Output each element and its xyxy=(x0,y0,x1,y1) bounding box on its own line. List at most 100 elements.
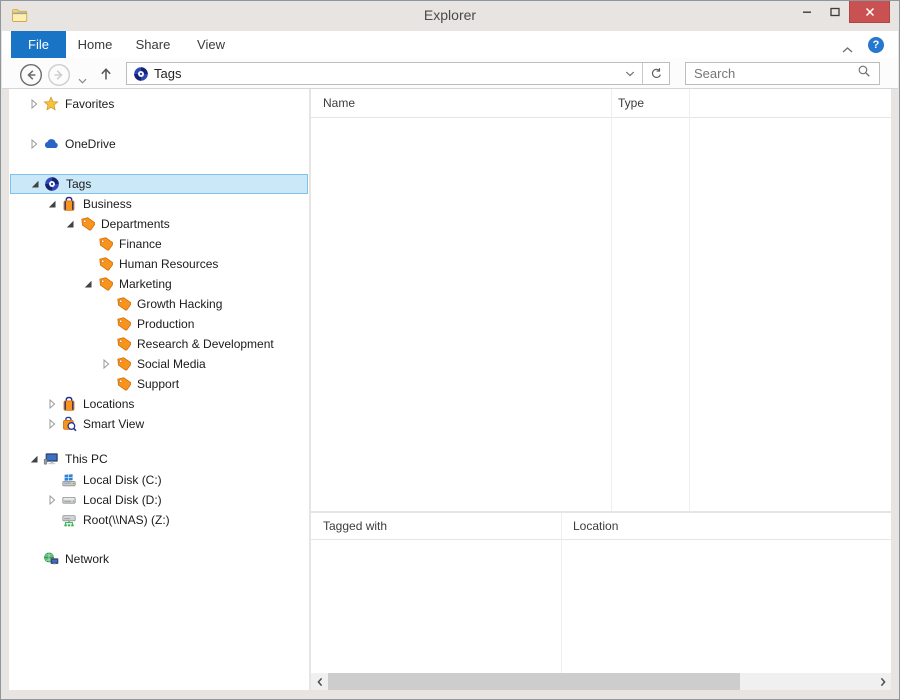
column-header-type[interactable]: Type xyxy=(618,89,644,117)
tab-home[interactable]: Home xyxy=(66,31,124,58)
cloud-icon xyxy=(43,136,59,152)
tree-item-label: Marketing xyxy=(119,277,172,291)
window-title: Explorer xyxy=(423,7,477,23)
tags-logo-icon xyxy=(133,66,149,82)
scroll-right-icon[interactable] xyxy=(874,673,891,690)
tree-item-label: Local Disk (C:) xyxy=(83,473,162,487)
navigation-tree-panel: Favorites OneDrive Tags Business Departments… xyxy=(9,89,309,690)
tree-item-label: Social Media xyxy=(137,357,206,371)
expand-arrow-icon[interactable] xyxy=(46,494,58,506)
tree-item-smart-view[interactable]: Smart View xyxy=(10,414,308,434)
tag-icon xyxy=(97,236,114,252)
help-icon[interactable]: ? xyxy=(868,36,884,53)
expand-arrow-icon[interactable] xyxy=(28,98,40,110)
collapse-arrow-icon[interactable] xyxy=(64,218,76,230)
refresh-button[interactable] xyxy=(642,63,669,84)
tree-item-finance[interactable]: Finance xyxy=(10,234,308,254)
expand-arrow-icon[interactable] xyxy=(46,398,58,410)
search-input[interactable]: Search xyxy=(685,62,880,85)
search-placeholder: Search xyxy=(694,66,736,81)
close-button[interactable] xyxy=(849,1,890,23)
scroll-left-icon[interactable] xyxy=(311,673,328,690)
tree-item-production[interactable]: Production xyxy=(10,314,308,334)
tab-share[interactable]: Share xyxy=(124,31,182,58)
column-header-location[interactable]: Location xyxy=(573,513,618,539)
recent-locations-chevron-icon[interactable] xyxy=(78,71,87,84)
tree-item-social-media[interactable]: Social Media xyxy=(10,354,308,374)
tag-icon xyxy=(97,256,114,272)
tree-item-root-nas-z[interactable]: Root(\\NAS) (Z:) xyxy=(10,510,308,530)
collapse-arrow-icon[interactable] xyxy=(82,278,94,290)
expand-arrow-icon[interactable] xyxy=(100,358,112,370)
disk-win-icon xyxy=(61,472,77,488)
scrollbar-thumb[interactable] xyxy=(328,673,740,690)
tag-icon xyxy=(115,316,132,332)
tree-item-human-resources[interactable]: Human Resources xyxy=(10,254,308,274)
expand-arrow-icon[interactable] xyxy=(46,418,58,430)
tag-icon xyxy=(115,336,132,352)
column-gridline xyxy=(689,89,690,511)
minimize-button[interactable] xyxy=(793,1,821,23)
column-gridline xyxy=(611,89,612,511)
tag-icon xyxy=(115,296,132,312)
column-header-name[interactable]: Name xyxy=(323,89,355,117)
tree-item-label: Favorites xyxy=(65,97,115,111)
bag-icon xyxy=(61,396,77,412)
column-header-tagged-with[interactable]: Tagged with xyxy=(323,513,387,539)
tags-logo-icon xyxy=(44,176,60,192)
tree-item-departments[interactable]: Departments xyxy=(10,214,308,234)
tree-item-local-disk-c[interactable]: Local Disk (C:) xyxy=(10,470,308,490)
tree-item-locations[interactable]: Locations xyxy=(10,394,308,414)
tree-item-local-disk-d[interactable]: Local Disk (D:) xyxy=(10,490,308,510)
tree-item-label: Locations xyxy=(83,397,135,411)
tree-item-business[interactable]: Business xyxy=(10,194,308,214)
tree-item-tags[interactable]: Tags xyxy=(10,174,308,194)
tab-view[interactable]: View xyxy=(182,31,240,58)
titlebar[interactable]: Explorer xyxy=(1,1,899,31)
expand-arrow-icon[interactable] xyxy=(28,138,40,150)
collapse-arrow-icon[interactable] xyxy=(28,453,40,465)
tree-item-label: Root(\\NAS) (Z:) xyxy=(83,513,170,527)
back-button[interactable] xyxy=(19,63,43,87)
tree-item-onedrive[interactable]: OneDrive xyxy=(10,134,308,154)
tag-icon xyxy=(115,356,132,372)
horizontal-scrollbar[interactable] xyxy=(311,673,891,690)
star-icon xyxy=(43,96,59,112)
tree-item-growth-hacking[interactable]: Growth Hacking xyxy=(10,294,308,314)
tree-item-network[interactable]: Network xyxy=(10,549,308,569)
ribbon-tab-row: File Home Share View ? xyxy=(2,31,898,59)
search-icon xyxy=(857,64,879,83)
computer-icon xyxy=(43,451,59,467)
tree-item-support[interactable]: Support xyxy=(10,374,308,394)
tree-item-this-pc[interactable]: This PC xyxy=(10,449,308,469)
tree-item-marketing[interactable]: Marketing xyxy=(10,274,308,294)
tree-item-label: OneDrive xyxy=(65,137,116,151)
tree-item-label: Local Disk (D:) xyxy=(83,493,162,507)
forward-button[interactable] xyxy=(47,63,71,87)
tree-item-label: Departments xyxy=(101,217,170,231)
address-dropdown-button[interactable] xyxy=(618,63,642,84)
address-bar[interactable]: Tags xyxy=(126,62,670,85)
collapse-ribbon-icon[interactable] xyxy=(841,41,854,52)
up-button[interactable] xyxy=(98,66,114,82)
tag-details-panel: Tagged with Location xyxy=(311,513,891,690)
tab-file[interactable]: File xyxy=(11,31,66,58)
column-gridline xyxy=(561,513,562,673)
collapse-arrow-icon[interactable] xyxy=(29,178,41,190)
tree-item-label: Growth Hacking xyxy=(137,297,223,311)
list-header: Name Type xyxy=(311,89,891,118)
collapse-arrow-icon[interactable] xyxy=(46,198,58,210)
tree-item-label: Tags xyxy=(66,177,92,191)
disk-net-icon xyxy=(61,512,77,528)
network-icon xyxy=(43,551,59,567)
tree-item-research-development[interactable]: Research & Development xyxy=(10,334,308,354)
file-list-panel: Name Type xyxy=(311,89,891,511)
bottom-list-header: Tagged with Location xyxy=(311,513,891,540)
tree-item-favorites[interactable]: Favorites xyxy=(10,94,308,114)
tree-item-label: Research & Development xyxy=(137,337,274,351)
maximize-button[interactable] xyxy=(821,1,849,23)
